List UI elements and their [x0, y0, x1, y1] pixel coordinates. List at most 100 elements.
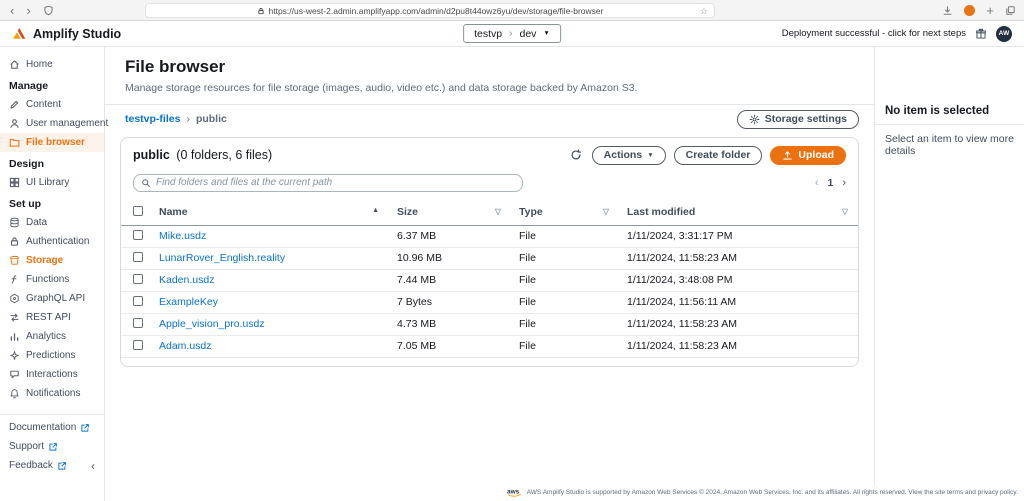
upload-button[interactable]: Upload — [770, 145, 846, 165]
table-row[interactable]: LunarRover_English.reality 10.96 MB File… — [121, 247, 858, 270]
upload-label: Upload — [798, 149, 834, 162]
file-name-link[interactable]: Apple_vision_pro.usdz — [159, 318, 265, 330]
file-name-link[interactable]: LunarRover_English.reality — [159, 252, 285, 264]
browser-address-bar[interactable]: https://us-west-2.admin.amplifyapp.com/a… — [145, 3, 715, 18]
table-header-row: Name ▲ Size ▽ Type ▽ Last modified ▽ — [121, 199, 858, 226]
user-icon — [9, 118, 20, 129]
detail-panel: No item is selected Select an item to vi… — [874, 47, 1024, 485]
app-header: Amplify Studio testvp › dev ▼ Deployment… — [0, 21, 1024, 47]
aws-logo: aws — [507, 487, 523, 497]
environment-selector[interactable]: testvp › dev ▼ — [463, 24, 561, 43]
new-tab-icon[interactable]: + — [986, 4, 994, 17]
pagination-prev-icon[interactable]: ‹ — [815, 177, 819, 189]
sidebar-item-label: File browser — [26, 137, 85, 148]
file-name-link[interactable]: Adam.usdz — [159, 340, 212, 352]
user-avatar[interactable]: AW — [996, 25, 1012, 42]
sidebar-item-user-management[interactable]: User management — [0, 114, 108, 133]
file-name-link[interactable]: Kaden.usdz — [159, 274, 214, 286]
sidebar-item-label: UI Library — [26, 177, 70, 188]
row-checkbox[interactable] — [133, 229, 143, 240]
column-header-type[interactable]: Type ▽ — [511, 199, 619, 226]
tab-overview-icon[interactable] — [1005, 5, 1016, 16]
sidebar-item-graphql-api[interactable]: GraphQL API — [0, 289, 104, 308]
file-modified: 1/11/2024, 11:56:11 AM — [619, 291, 858, 314]
sort-ascending-icon[interactable]: ▲ — [372, 207, 379, 214]
sidebar-item-support[interactable]: Support — [0, 437, 104, 456]
file-size: 6.37 MB — [389, 225, 511, 248]
sidebar-item-content[interactable]: Content — [0, 95, 104, 114]
refresh-icon — [570, 149, 582, 161]
sidebar-item-data[interactable]: Data — [0, 213, 104, 232]
bookmark-star-icon[interactable]: ☆ — [700, 6, 708, 17]
shield-icon[interactable] — [43, 5, 54, 16]
sidebar-item-storage[interactable]: Storage — [0, 251, 104, 270]
actions-label: Actions — [603, 149, 643, 162]
row-checkbox[interactable] — [133, 295, 143, 306]
browser-back-button[interactable]: ‹ — [10, 4, 14, 17]
sidebar-section-manage: Manage — [9, 79, 49, 92]
breadcrumb-root-link[interactable]: testvp-files — [125, 113, 180, 125]
sidebar-item-analytics[interactable]: Analytics — [0, 327, 104, 346]
pagination-next-icon[interactable]: › — [842, 177, 846, 189]
table-row[interactable]: Adam.usdz 7.05 MB File 1/11/2024, 11:58:… — [121, 335, 858, 358]
sidebar-item-home[interactable]: Home — [0, 55, 104, 74]
downloads-icon[interactable] — [942, 5, 953, 16]
storage-settings-button[interactable]: Storage settings — [736, 109, 859, 129]
sidebar-item-documentation[interactable]: Documentation — [0, 418, 104, 437]
column-header-size[interactable]: Size ▽ — [389, 199, 511, 226]
file-size: 10.96 MB — [389, 247, 511, 270]
app-footer: aws AWS Amplify Studio is supported by A… — [105, 485, 1024, 501]
sidebar-item-feedback[interactable]: Feedback ‹ — [0, 456, 104, 475]
row-checkbox[interactable] — [133, 339, 143, 350]
file-name-link[interactable]: Mike.usdz — [159, 230, 206, 242]
sidebar-item-predictions[interactable]: Predictions — [0, 346, 104, 365]
file-size: 4.73 MB — [389, 313, 511, 336]
file-name-link[interactable]: ExampleKey — [159, 296, 218, 308]
browser-forward-button[interactable]: › — [26, 4, 30, 17]
file-modified: 1/11/2024, 3:48:08 PM — [619, 269, 858, 292]
create-folder-label: Create folder — [685, 149, 751, 162]
row-checkbox[interactable] — [133, 273, 143, 284]
file-modified: 1/11/2024, 3:31:17 PM — [619, 225, 858, 248]
table-row[interactable]: Mike.usdz 6.37 MB File 1/11/2024, 3:31:1… — [121, 225, 858, 248]
search-input[interactable] — [156, 177, 515, 189]
env-app-name: testvp — [474, 27, 503, 40]
actions-button[interactable]: Actions ▼ — [591, 145, 666, 165]
sidebar-item-file-browser[interactable]: File browser — [0, 133, 104, 152]
extension-badge-icon[interactable] — [964, 5, 976, 16]
sidebar-item-notifications[interactable]: Notifications — [0, 384, 104, 403]
table-row[interactable]: ExampleKey 7 Bytes File 1/11/2024, 11:56… — [121, 291, 858, 314]
table-row[interactable]: Apple_vision_pro.usdz 4.73 MB File 1/11/… — [121, 313, 858, 336]
column-header-last-modified[interactable]: Last modified ▽ — [619, 199, 858, 226]
whats-new-gift-icon[interactable] — [975, 28, 987, 40]
refresh-button[interactable] — [568, 147, 584, 163]
column-header-name[interactable]: Name ▲ — [151, 199, 389, 226]
file-modified: 1/11/2024, 11:58:23 AM — [619, 313, 858, 336]
url-text[interactable]: https://us-west-2.admin.amplifyapp.com/a… — [269, 6, 604, 16]
sidebar-item-label: Feedback — [9, 460, 53, 471]
column-sort-icon[interactable]: ▽ — [842, 207, 848, 216]
row-checkbox[interactable] — [133, 317, 143, 328]
file-size: 7.05 MB — [389, 335, 511, 358]
sidebar-item-authentication[interactable]: Authentication — [0, 232, 104, 251]
sidebar-item-functions[interactable]: Functions — [0, 270, 104, 289]
sidebar-item-rest-api[interactable]: REST API — [0, 308, 104, 327]
table-row[interactable]: Kaden.usdz 7.44 MB File 1/11/2024, 3:48:… — [121, 269, 858, 292]
row-checkbox[interactable] — [133, 251, 143, 262]
sidebar-item-label: REST API — [26, 312, 71, 323]
page: ‹ › https://us-west-2.admin.amplifyapp.c… — [0, 0, 1024, 501]
create-folder-button[interactable]: Create folder — [673, 145, 763, 165]
column-sort-icon[interactable]: ▽ — [495, 207, 501, 216]
sidebar-item-label: Documentation — [9, 422, 77, 433]
panel-header: public (0 folders, 6 files) Actions ▼ Cr… — [121, 138, 858, 171]
deployment-status-link[interactable]: Deployment successful - click for next s… — [782, 28, 966, 39]
select-all-checkbox[interactable] — [133, 205, 143, 216]
column-sort-icon[interactable]: ▽ — [603, 207, 609, 216]
detail-panel-description: Select an item to view more details — [885, 133, 1014, 157]
sidebar-item-interactions[interactable]: Interactions — [0, 365, 104, 384]
pagination-current-page[interactable]: 1 — [827, 177, 833, 189]
sidebar-item-label: Authentication — [26, 236, 90, 247]
sidebar-item-ui-library[interactable]: UI Library — [0, 173, 104, 192]
brand: Amplify Studio — [12, 26, 121, 41]
sidebar-collapse-button[interactable]: ‹ — [91, 460, 95, 472]
